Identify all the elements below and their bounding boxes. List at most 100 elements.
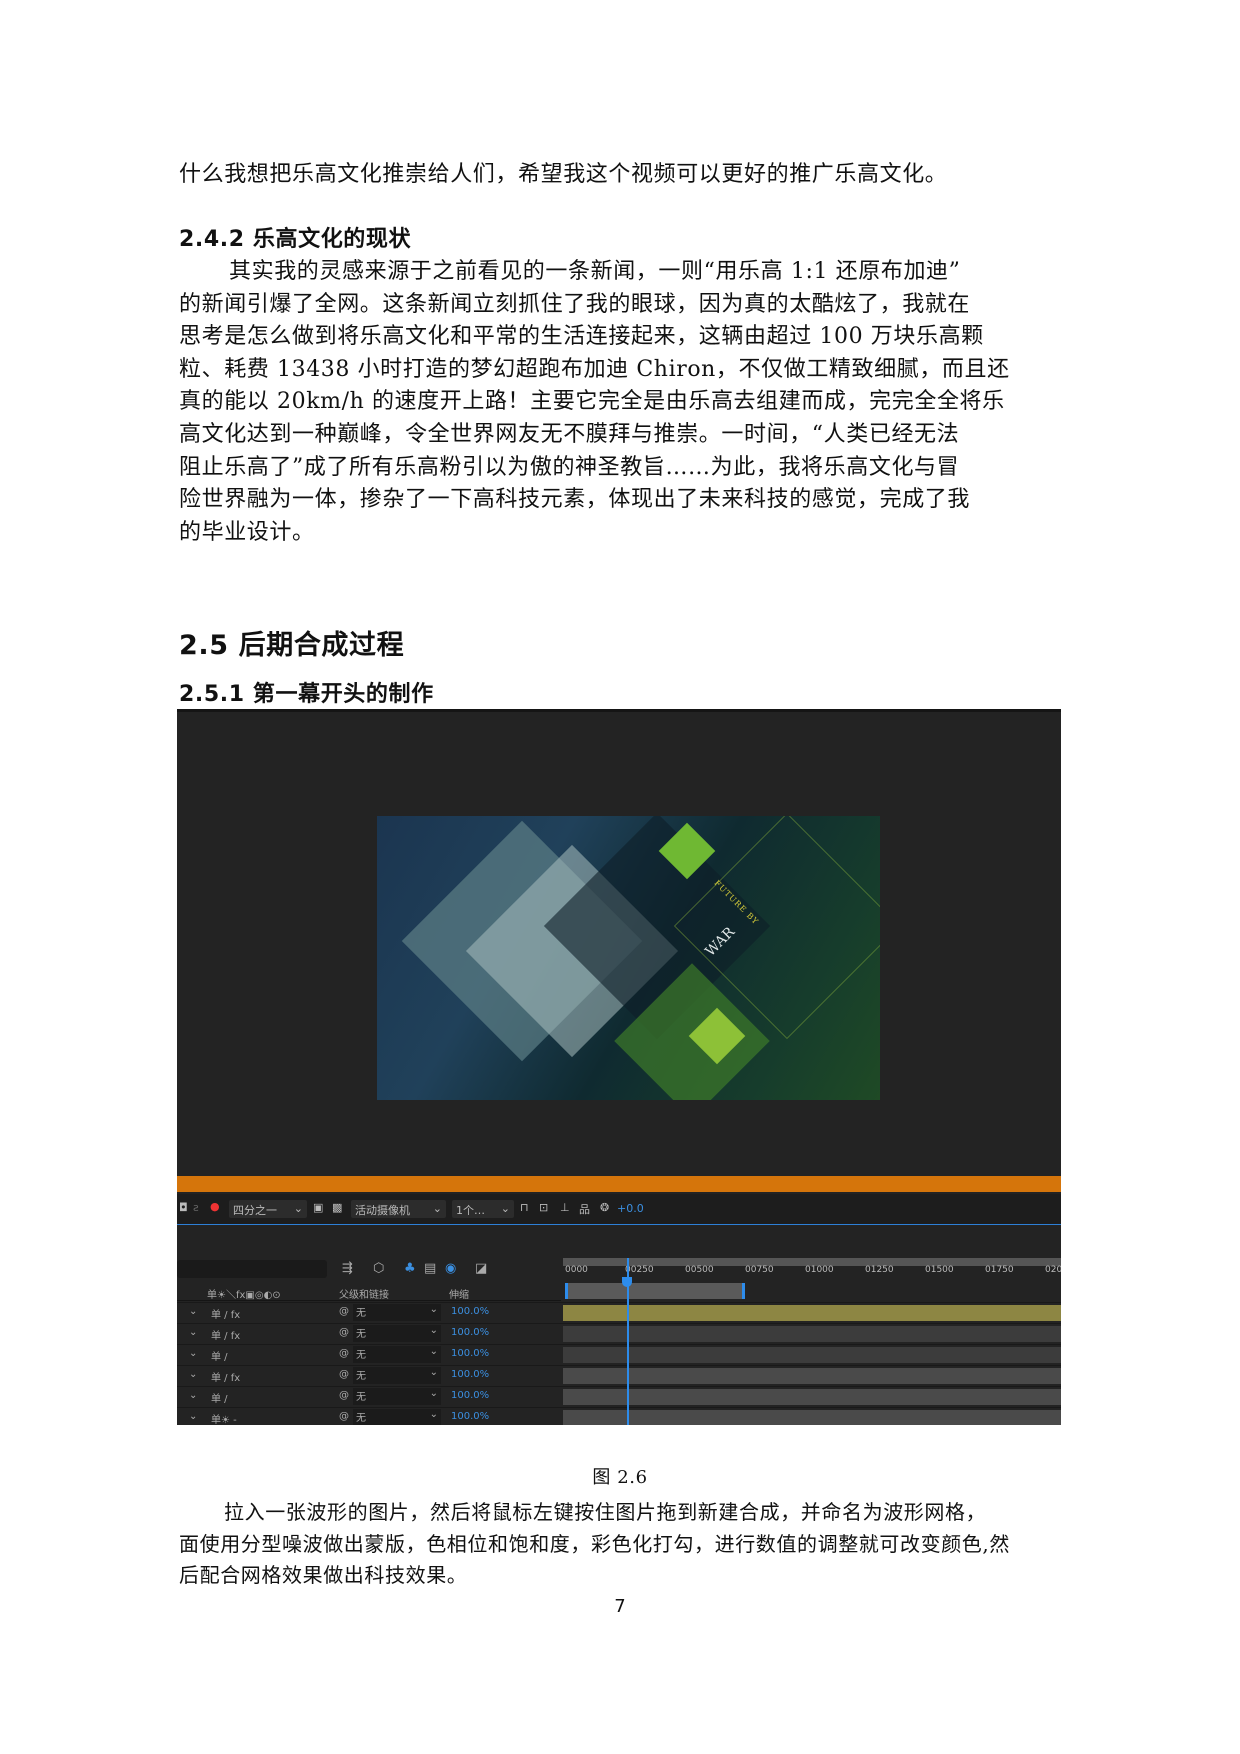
stretch-value[interactable]: 100.0%	[451, 1369, 489, 1380]
camera-icon[interactable]: ◘	[179, 1201, 188, 1214]
layer-switches[interactable]: 单 / fx	[211, 1327, 240, 1342]
body-line: 险世界融为一体，掺杂了一下高科技元素，体现出了未来科技的感觉，完成了我	[179, 487, 971, 513]
work-area-bar[interactable]	[565, 1283, 745, 1299]
stretch-value[interactable]: 100.0%	[451, 1348, 489, 1359]
layer-row[interactable]: ⌄ 单☀ - @ 无 ⌄ 100.0%	[177, 1407, 1061, 1425]
transparency-grid-icon[interactable]: ▩	[332, 1201, 342, 1214]
shy-icon[interactable]: ♣	[404, 1261, 416, 1276]
parent-header: 父级和链接	[339, 1290, 389, 1301]
layer-switches[interactable]: 单 / fx	[211, 1369, 240, 1384]
body-line: 后配合网格效果做出科技效果。	[179, 1563, 468, 1587]
viewer-toolbar: ◘ ƨ ● 四分之一 ⌄ ▣ ▩ 活动摄像机 ⌄ 1个… ⌄ ⊓ ⊡ ⊥ 品 ❂ +0…	[177, 1194, 1061, 1224]
stretch-header: 伸缩	[449, 1290, 469, 1301]
composition-flowchart-icon[interactable]: ⇶	[342, 1261, 353, 1276]
toggle-pixel-icon[interactable]: ⊓	[520, 1201, 529, 1214]
body-line: 拉入一张波形的图片，然后将鼠标左键按住图片拖到新建合成，并命名为波形网格，	[224, 1500, 987, 1524]
parent-dropdown[interactable]: 无 ⌄	[353, 1367, 441, 1384]
parent-dropdown[interactable]: 无 ⌄	[353, 1388, 441, 1405]
draft-3d-icon[interactable]: ⬡	[373, 1261, 384, 1276]
page-number: 7	[614, 1596, 626, 1617]
stretch-value[interactable]: 100.0%	[451, 1411, 489, 1422]
ruler-tick-label: 01750	[985, 1265, 1014, 1275]
layer-row[interactable]: ⌄ 单 / fx @ 无 ⌄ 100.0%	[177, 1365, 1061, 1385]
ruler-tick-label: 00250	[625, 1265, 654, 1275]
timeline-panel: ⇶ ⬡ ♣ ▤ ◉ ◪ 0000 00250 00500 00750 01000 0125…	[177, 1225, 1061, 1425]
body-line: 的新闻引爆了全网。这条新闻立刻抓住了我的眼球，因为真的太酷炫了，我就在	[179, 291, 971, 317]
layer-row[interactable]: ⌄ 单 / fx @ 无 ⌄ 100.0%	[177, 1323, 1061, 1343]
layer-switches[interactable]: 单 / fx	[211, 1306, 240, 1321]
heading-2-5-1: 2.5.1 第一幕开头的制作	[179, 682, 434, 707]
body-line: 的毕业设计。	[179, 519, 315, 545]
composition-preview-image: FUTURE BY WAR	[377, 816, 880, 1100]
parent-dropdown[interactable]: 无 ⌄	[353, 1409, 441, 1425]
expand-chevron-icon[interactable]: ⌄	[189, 1327, 197, 1338]
figure-caption: 图 2.6	[592, 1467, 648, 1488]
playhead-handle[interactable]	[622, 1277, 632, 1287]
ruler-tick-label: 02000	[1045, 1265, 1061, 1275]
roi-icon[interactable]: ▣	[313, 1201, 323, 1214]
pickwhip-icon[interactable]: @	[339, 1369, 349, 1380]
ruler-tick-label: 01500	[925, 1265, 954, 1275]
parent-dropdown[interactable]: 无 ⌄	[353, 1304, 441, 1321]
switches-header: 单☀＼fx▣◎◐⊙	[207, 1290, 281, 1301]
channel-icon[interactable]: ●	[210, 1200, 220, 1213]
layer-row[interactable]: ⌄ 单 / @ 无 ⌄ 100.0%	[177, 1386, 1061, 1406]
stretch-value[interactable]: 100.0%	[451, 1306, 489, 1317]
ruler-tick-label: 00750	[745, 1265, 774, 1275]
expand-chevron-icon[interactable]: ⌄	[189, 1411, 197, 1422]
ruler-tick-label: 01250	[865, 1265, 894, 1275]
ruler-tick-label: 00500	[685, 1265, 714, 1275]
stretch-value[interactable]: 100.0%	[451, 1327, 489, 1338]
body-line: 思考是怎么做到将乐高文化和平常的生活连接起来，这辆由超过 100 万块乐高颗	[179, 324, 984, 350]
heading-2-5: 2.5 后期合成过程	[179, 630, 405, 661]
resolution-dropdown[interactable]: 四分之一 ⌄	[229, 1200, 307, 1218]
mask-icon[interactable]: ƨ	[193, 1201, 199, 1214]
camera-dropdown[interactable]: 活动摄像机 ⌄	[351, 1200, 446, 1218]
body-line: 阻止乐高了”成了所有乐高粉引以为傲的神圣教旨……为此，我将乐高文化与冒	[179, 454, 960, 480]
frame-blending-icon[interactable]: ▤	[424, 1261, 436, 1276]
body-line: 其实我的灵感来源于之前看见的一条新闻，一则“用乐高 1:1 还原布加迪”	[229, 259, 961, 284]
after-effects-screenshot: FUTURE BY WAR ◘ ƨ ● 四分之一 ⌄ ▣ ▩ 活动摄像机 ⌄ 1个……	[177, 709, 1061, 1425]
layer-row[interactable]: ⌄ 单 / fx @ 无 ⌄ 100.0%	[177, 1302, 1061, 1322]
expand-chevron-icon[interactable]: ⌄	[189, 1348, 197, 1359]
ruler-tick-label: 0000	[565, 1265, 588, 1275]
expand-chevron-icon[interactable]: ⌄	[189, 1369, 197, 1380]
expand-chevron-icon[interactable]: ⌄	[189, 1306, 197, 1317]
layer-switches[interactable]: 单 /	[211, 1348, 228, 1363]
pickwhip-icon[interactable]: @	[339, 1348, 349, 1359]
body-line: 粒、耗费 13438 小时打造的梦幻超跑布加迪 Chiron，不仅做工精致细腻，…	[179, 356, 1010, 382]
parent-dropdown[interactable]: 无 ⌄	[353, 1325, 441, 1342]
paragraph-top: 什么我想把乐高文化推崇给人们，希望我这个视频可以更好的推广乐高文化。	[179, 162, 948, 187]
layer-duration-bar[interactable]	[563, 1389, 1061, 1405]
views-dropdown[interactable]: 1个… ⌄	[452, 1200, 514, 1218]
layer-switches[interactable]: 单 /	[211, 1390, 228, 1405]
layer-duration-bar[interactable]	[563, 1368, 1061, 1384]
layer-switches[interactable]: 单☀ -	[211, 1411, 237, 1425]
timeline-icon[interactable]: ⊥	[560, 1201, 570, 1214]
pickwhip-icon[interactable]: @	[339, 1411, 349, 1422]
layer-duration-bar[interactable]	[563, 1326, 1061, 1342]
expand-chevron-icon[interactable]: ⌄	[189, 1390, 197, 1401]
pickwhip-icon[interactable]: @	[339, 1390, 349, 1401]
body-line: 高文化达到一种巅峰，令全世界网友无不膜拜与推崇。一时间，“人类已经无法	[179, 422, 960, 447]
body-line: 真的能以 20km/h 的速度开上路！主要它完全是由乐高去组建而成，完完全全将乐	[179, 389, 1005, 415]
fast-preview-icon[interactable]: ⊡	[539, 1201, 548, 1214]
layer-duration-bar[interactable]	[563, 1410, 1061, 1425]
ruler-tick-label: 01000	[805, 1265, 834, 1275]
pickwhip-icon[interactable]: @	[339, 1327, 349, 1338]
flowchart-icon[interactable]: 品	[579, 1201, 590, 1217]
layer-search-input[interactable]	[177, 1260, 327, 1278]
graph-editor-icon[interactable]: ◪	[475, 1261, 487, 1276]
reset-exposure-icon[interactable]: ❂	[600, 1201, 609, 1214]
layer-duration-bar[interactable]	[563, 1305, 1061, 1321]
layer-row[interactable]: ⌄ 单 / @ 无 ⌄ 100.0%	[177, 1344, 1061, 1364]
exposure-value[interactable]: +0.0	[617, 1202, 644, 1215]
layer-duration-bar[interactable]	[563, 1347, 1061, 1363]
parent-dropdown[interactable]: 无 ⌄	[353, 1346, 441, 1363]
motion-blur-icon[interactable]: ◉	[445, 1261, 456, 1276]
heading-2-4-2: 2.4.2 乐高文化的现状	[179, 227, 412, 252]
panel-divider-orange	[177, 1176, 1061, 1192]
pickwhip-icon[interactable]: @	[339, 1306, 349, 1317]
body-line: 面使用分型噪波做出蒙版，色相位和饱和度，彩色化打勾，进行数值的调整就可改变颜色,…	[179, 1531, 1010, 1556]
stretch-value[interactable]: 100.0%	[451, 1390, 489, 1401]
